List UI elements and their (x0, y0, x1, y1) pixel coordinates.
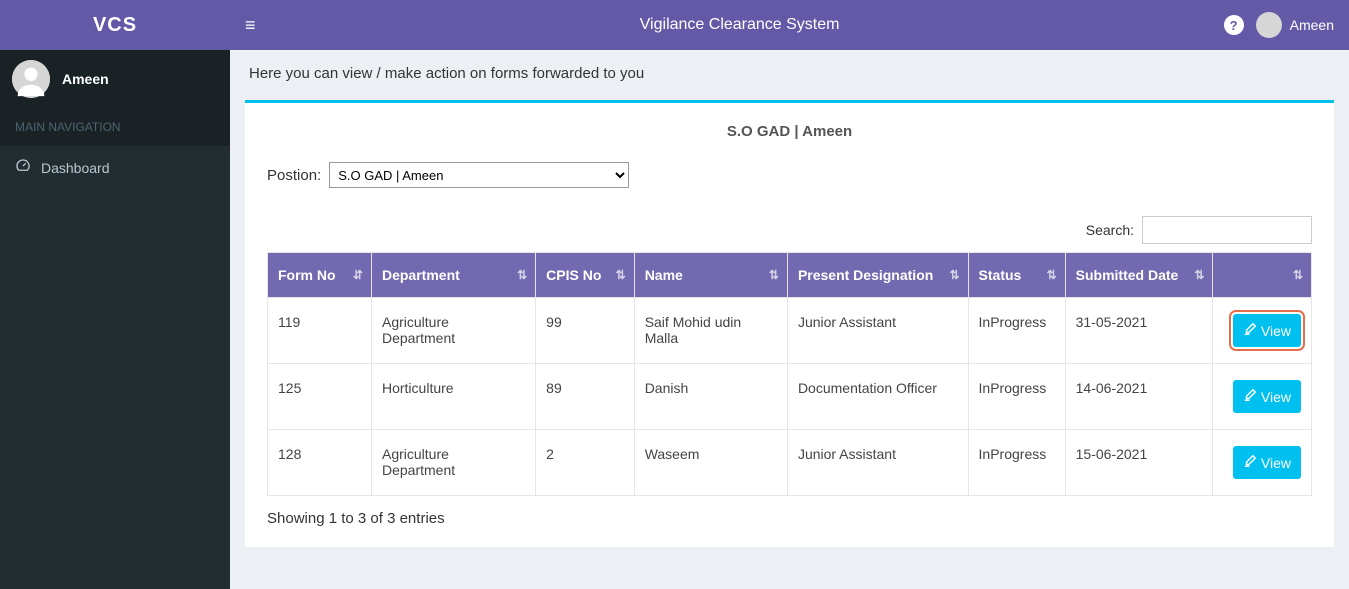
col-name[interactable]: Name⇅ (634, 253, 787, 298)
cell-form-no: 125 (268, 364, 372, 430)
col-designation[interactable]: Present Designation⇅ (787, 253, 968, 298)
topbar: ≡ Vigilance Clearance System ? Ameen (230, 0, 1349, 50)
view-button[interactable]: View (1233, 314, 1301, 347)
table-row: 119 Agriculture Department 99 Saif Mohid… (268, 298, 1312, 364)
search-label: Search: (1086, 222, 1134, 238)
col-submitted-date[interactable]: Submitted Date⇅ (1065, 253, 1213, 298)
position-label: Postion: (267, 167, 321, 184)
sidebar: VCS Ameen MAIN NAVIGATION Dashboard (0, 0, 230, 589)
edit-icon (1243, 454, 1257, 471)
sidebar-user-panel: Ameen (0, 50, 230, 108)
main-area: ≡ Vigilance Clearance System ? Ameen Her… (230, 0, 1349, 589)
search-row: Search: (267, 216, 1312, 244)
cell-cpis-no: 89 (536, 364, 635, 430)
edit-icon (1243, 322, 1257, 339)
cell-cpis-no: 99 (536, 298, 635, 364)
hamburger-icon[interactable]: ≡ (245, 15, 256, 36)
cell-status: InProgress (968, 298, 1065, 364)
cell-actions: View (1213, 298, 1312, 364)
cell-actions: View (1213, 364, 1312, 430)
position-row: Postion: S.O GAD | Ameen (267, 162, 1312, 188)
sort-icon: ⇅ (616, 268, 626, 282)
cell-designation: Documentation Officer (787, 364, 968, 430)
avatar-icon (1256, 12, 1282, 38)
sort-icon: ⇅ (1047, 268, 1057, 282)
nav-header: MAIN NAVIGATION (0, 108, 230, 146)
cell-department: Agriculture Department (371, 298, 535, 364)
card: S.O GAD | Ameen Postion: S.O GAD | Ameen… (245, 100, 1334, 547)
sort-icon: ⇅ (1194, 268, 1204, 282)
cell-status: InProgress (968, 430, 1065, 496)
dashboard-icon (15, 158, 31, 177)
cell-department: Horticulture (371, 364, 535, 430)
table-row: 125 Horticulture 89 Danish Documentation… (268, 364, 1312, 430)
cell-submitted-date: 31-05-2021 (1065, 298, 1213, 364)
topbar-user[interactable]: Ameen (1256, 12, 1334, 38)
topbar-user-name: Ameen (1290, 17, 1334, 33)
position-select[interactable]: S.O GAD | Ameen (329, 162, 629, 188)
sidebar-item-label: Dashboard (41, 160, 110, 176)
cell-cpis-no: 2 (536, 430, 635, 496)
view-button[interactable]: View (1233, 446, 1301, 479)
sort-icon: ⇅ (769, 268, 779, 282)
col-cpis-no[interactable]: CPIS No⇅ (536, 253, 635, 298)
help-icon[interactable]: ? (1224, 15, 1244, 35)
cell-name: Waseem (634, 430, 787, 496)
brand-logo[interactable]: VCS (0, 0, 230, 50)
view-button[interactable]: View (1233, 380, 1301, 413)
col-actions[interactable]: ⇅ (1213, 253, 1312, 298)
search-input[interactable] (1142, 216, 1312, 244)
cell-name: Saif Mohid udin Malla (634, 298, 787, 364)
sort-icon: ⇅ (1293, 268, 1303, 282)
col-form-no[interactable]: Form No⇵ (268, 253, 372, 298)
cell-designation: Junior Assistant (787, 430, 968, 496)
page-description: Here you can view / make action on forms… (245, 65, 1334, 82)
cell-department: Agriculture Department (371, 430, 535, 496)
avatar (12, 60, 50, 98)
cell-submitted-date: 14-06-2021 (1065, 364, 1213, 430)
edit-icon (1243, 388, 1257, 405)
sort-icon: ⇵ (353, 268, 363, 282)
col-department[interactable]: Department⇅ (371, 253, 535, 298)
sort-icon: ⇅ (517, 268, 527, 282)
cell-form-no: 119 (268, 298, 372, 364)
cell-submitted-date: 15-06-2021 (1065, 430, 1213, 496)
sidebar-item-dashboard[interactable]: Dashboard (0, 146, 230, 189)
cell-actions: View (1213, 430, 1312, 496)
content: Here you can view / make action on forms… (230, 50, 1349, 589)
table-row: 128 Agriculture Department 2 Waseem Juni… (268, 430, 1312, 496)
cell-status: InProgress (968, 364, 1065, 430)
cell-name: Danish (634, 364, 787, 430)
col-status[interactable]: Status⇅ (968, 253, 1065, 298)
cell-designation: Junior Assistant (787, 298, 968, 364)
forms-table: Form No⇵ Department⇅ CPIS No⇅ Name⇅ Pres… (267, 252, 1312, 496)
sort-icon: ⇅ (949, 268, 959, 282)
cell-form-no: 128 (268, 430, 372, 496)
card-title: S.O GAD | Ameen (267, 123, 1312, 140)
table-info: Showing 1 to 3 of 3 entries (267, 510, 1312, 527)
sidebar-user-name: Ameen (62, 71, 109, 87)
app-title: Vigilance Clearance System (268, 16, 1212, 34)
